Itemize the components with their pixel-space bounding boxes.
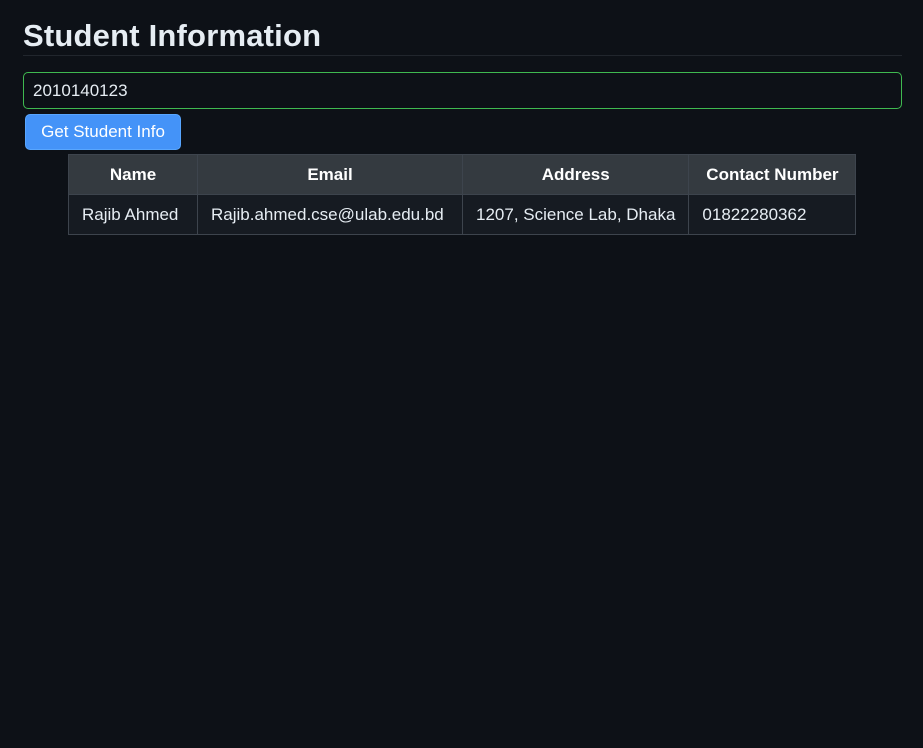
title-divider	[23, 55, 902, 56]
column-header-email: Email	[197, 154, 463, 195]
student-info-page: Student Information Get Student Info Nam…	[0, 0, 923, 748]
cell-address: 1207, Science Lab, Dhaka	[461, 194, 690, 235]
column-header-address: Address	[461, 154, 690, 195]
cell-email: Rajib.ahmed.cse@ulab.edu.bd	[197, 194, 463, 235]
get-student-info-button[interactable]: Get Student Info	[25, 114, 181, 150]
cell-contact-number: 01822280362	[688, 194, 857, 235]
table-header-row: Name Email Address Contact Number	[68, 154, 857, 195]
page-title: Student Information	[23, 18, 322, 53]
column-header-contact-number: Contact Number	[688, 154, 857, 195]
cell-name: Rajib Ahmed	[68, 194, 198, 235]
column-header-name: Name	[68, 154, 198, 195]
student-info-table: Name Email Address Contact Number Rajib …	[68, 154, 857, 235]
table-row: Rajib Ahmed Rajib.ahmed.cse@ulab.edu.bd …	[68, 194, 857, 235]
student-id-input[interactable]	[23, 72, 902, 109]
